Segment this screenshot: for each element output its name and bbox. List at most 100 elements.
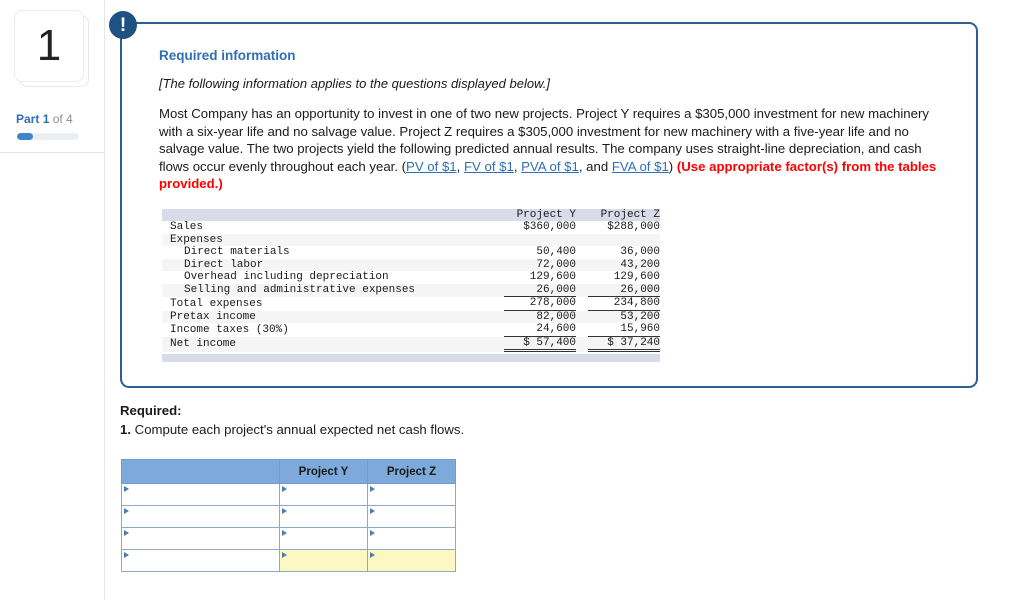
financial-table-row: Total expenses 278,000 234,800 xyxy=(162,297,660,311)
financial-row-value: 53,200 xyxy=(620,310,660,323)
financial-row-value: 82,000 xyxy=(536,310,576,323)
financial-row-label: Pretax income xyxy=(162,310,492,323)
answer-project-y-cell[interactable] xyxy=(279,549,368,572)
answer-cell-value xyxy=(368,515,455,518)
financial-row-label: Total expenses xyxy=(162,297,492,311)
answer-cell-value xyxy=(368,559,455,562)
answer-cell-value xyxy=(122,559,279,562)
financial-row-value: 36,000 xyxy=(620,246,660,258)
rail-divider xyxy=(0,152,105,153)
financial-row-label: Overhead including depreciation xyxy=(162,271,492,284)
financial-table-footer-band xyxy=(162,354,660,362)
financial-row-value-cell: 72,000 xyxy=(492,258,576,271)
dropdown-caret-icon[interactable] xyxy=(124,486,129,492)
financial-row-value-cell: $288,000 xyxy=(576,221,660,234)
answer-entry-table[interactable]: Project Y Project Z xyxy=(121,459,456,572)
financial-row-value: 50,400 xyxy=(536,246,576,258)
answer-project-z-cell[interactable] xyxy=(367,483,456,506)
financial-table-row: Pretax income 82,000 53,200 xyxy=(162,310,660,323)
financial-row-value: 129,600 xyxy=(529,271,576,283)
dropdown-caret-icon[interactable] xyxy=(370,530,375,536)
problem-statement-close-paren: ) xyxy=(668,158,674,174)
answer-project-z-cell[interactable] xyxy=(367,505,456,528)
answer-project-y-cell[interactable] xyxy=(279,505,368,528)
left-rail: 1 Part 1 of 4 xyxy=(0,0,105,600)
required-question: 1. Compute each project's annual expecte… xyxy=(120,422,820,437)
financial-row-label: Expenses xyxy=(162,233,492,246)
question-card[interactable]: 1 xyxy=(14,10,90,88)
dropdown-caret-icon[interactable] xyxy=(124,530,129,536)
financial-row-value-cell: $360,000 xyxy=(492,221,576,234)
answer-table-row xyxy=(121,549,456,572)
link-sep-3: , and xyxy=(578,158,612,174)
financial-row-value: 72,000 xyxy=(536,258,576,271)
link-sep-1: , xyxy=(456,158,464,174)
required-question-number: 1. xyxy=(120,422,131,437)
required-question-text: Compute each project's annual expected n… xyxy=(134,422,465,437)
answer-header-project-z: Project Z xyxy=(367,459,456,484)
answer-project-z-cell[interactable] xyxy=(367,549,456,572)
financial-table-col-header xyxy=(162,208,492,221)
financial-results-table: Project Y Project Z Sales $360,000 $288,000 E… xyxy=(162,208,660,352)
financial-table-col-header: Project Z xyxy=(576,208,660,221)
link-pva-of-1[interactable]: PVA of $1 xyxy=(521,159,579,174)
financial-row-value: 278,000 xyxy=(504,297,576,311)
link-fv-of-1[interactable]: FV of $1 xyxy=(464,159,514,174)
answer-project-y-cell[interactable] xyxy=(279,483,368,506)
required-label: Required: xyxy=(120,403,182,418)
dropdown-caret-icon[interactable] xyxy=(370,508,375,514)
answer-header-project-y: Project Y xyxy=(279,459,368,484)
part-prefix-label: Part xyxy=(16,112,40,126)
dropdown-caret-icon[interactable] xyxy=(282,486,287,492)
answer-label-cell[interactable] xyxy=(121,483,280,506)
financial-row-value-cell: 26,000 xyxy=(576,283,660,297)
financial-table-row: Income taxes (30%) 24,600 15,960 xyxy=(162,323,660,337)
part-current-number: 1 xyxy=(42,112,50,126)
part-indicator: Part 1 of 4 xyxy=(16,112,104,126)
financial-row-value-cell: $ 37,240 xyxy=(576,336,660,352)
answer-project-y-cell[interactable] xyxy=(279,527,368,550)
exclamation-icon: ! xyxy=(109,11,137,39)
financial-table-body: Project Y Project Z Sales $360,000 $288,000 E… xyxy=(162,208,660,352)
dropdown-caret-icon[interactable] xyxy=(282,508,287,514)
financial-table-row: Expenses xyxy=(162,233,660,246)
financial-row-value: $360,000 xyxy=(523,221,576,233)
dropdown-caret-icon[interactable] xyxy=(370,552,375,558)
financial-row-value: 43,200 xyxy=(620,258,660,271)
required-information-panel: Required information [The following info… xyxy=(120,22,978,388)
answer-label-cell[interactable] xyxy=(121,505,280,528)
page-root: 1 Part 1 of 4 ! Required information [Th… xyxy=(0,0,1024,600)
financial-row-value-cell: 234,800 xyxy=(576,297,660,311)
financial-table-row: Direct materials 50,400 36,000 xyxy=(162,246,660,259)
link-fva-of-1[interactable]: FVA of $1 xyxy=(612,159,669,174)
financial-row-value-cell: 24,600 xyxy=(492,323,576,337)
financial-row-label: Sales xyxy=(162,221,492,234)
financial-table-row: Net income $ 57,400 $ 37,240 xyxy=(162,336,660,352)
part-progress-fill xyxy=(17,133,33,140)
financial-row-label: Direct materials xyxy=(162,246,492,259)
dropdown-caret-icon[interactable] xyxy=(282,552,287,558)
financial-row-value: 15,960 xyxy=(588,323,660,337)
link-pv-of-1[interactable]: PV of $1 xyxy=(406,159,457,174)
financial-row-label: Income taxes (30%) xyxy=(162,323,492,337)
required-information-heading: Required information xyxy=(159,48,296,63)
financial-row-value: 26,000 xyxy=(504,284,576,297)
financial-table-row: Sales $360,000 $288,000 xyxy=(162,221,660,234)
answer-cell-value xyxy=(122,493,279,496)
financial-table-row: Direct labor 72,000 43,200 xyxy=(162,258,660,271)
answer-cell-value xyxy=(280,537,367,540)
answer-cell-value xyxy=(280,493,367,496)
financial-row-value-cell: 50,400 xyxy=(492,246,576,259)
answer-project-z-cell[interactable] xyxy=(367,527,456,550)
answer-label-cell[interactable] xyxy=(121,527,280,550)
dropdown-caret-icon[interactable] xyxy=(124,552,129,558)
question-number: 1 xyxy=(36,21,62,70)
dropdown-caret-icon[interactable] xyxy=(124,508,129,514)
dropdown-caret-icon[interactable] xyxy=(282,530,287,536)
answer-label-cell[interactable] xyxy=(121,549,280,572)
financial-row-value-cell: 43,200 xyxy=(576,258,660,271)
answer-cell-value xyxy=(122,537,279,540)
financial-row-value: 234,800 xyxy=(588,297,660,311)
financial-row-value: $ 37,240 xyxy=(588,337,660,352)
dropdown-caret-icon[interactable] xyxy=(370,486,375,492)
